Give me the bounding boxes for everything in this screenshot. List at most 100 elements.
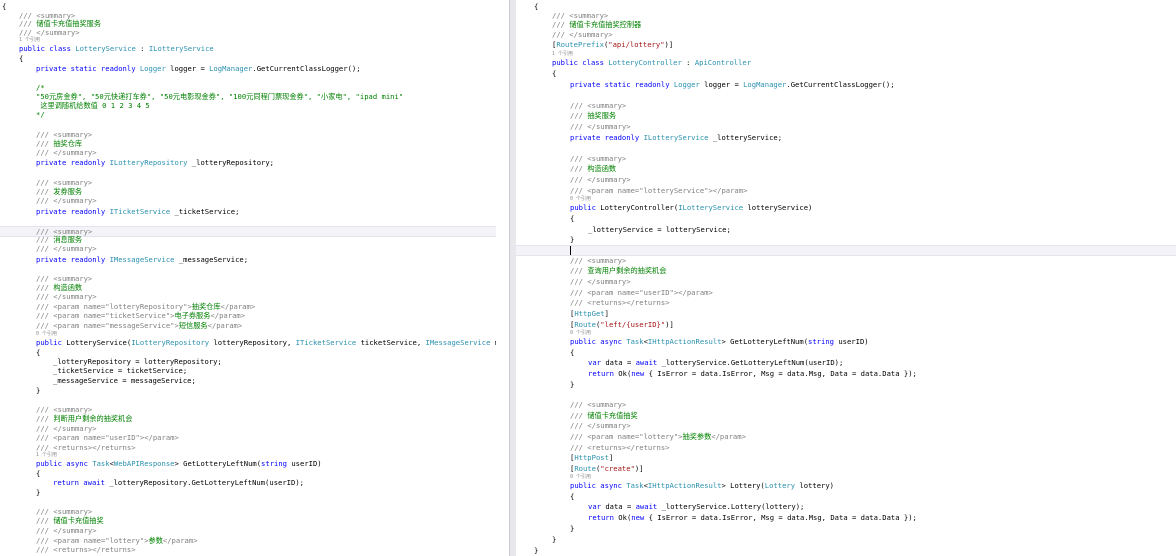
- code-token: > GetLotteryLeftNum(: [721, 337, 809, 346]
- code-line: 这里调随机给数值 0 1 2 3 4 5: [0, 101, 496, 110]
- code-line: /// </summary>: [0, 244, 496, 253]
- code-token: _messageService;: [174, 255, 249, 264]
- code-line: }: [516, 535, 1176, 544]
- codelens-reference-count[interactable]: 0 个引用: [516, 474, 1176, 480]
- code-token: {: [36, 469, 41, 478]
- code-token: /// <summary>: [570, 154, 627, 163]
- code-token: }: [570, 524, 575, 533]
- code-line: /// 判断用户剩余的抽奖机会: [0, 414, 496, 423]
- code-token: /// <param name="lottery">: [36, 536, 149, 545]
- code-token: .GetCurrentClassLogger();: [786, 80, 895, 89]
- code-token: /// </summary>: [36, 292, 97, 301]
- code-token: {: [2, 2, 7, 11]
- code-token: WebAPIResponse: [113, 459, 175, 468]
- code-token: "api/lottery": [608, 40, 665, 49]
- code-line: private readonly ILotteryRepository _lot…: [0, 158, 496, 167]
- code-token: ///: [36, 414, 54, 423]
- code-token: </param>: [207, 321, 243, 330]
- codelens-reference-count[interactable]: 0 个引用: [516, 330, 1176, 336]
- code-token: "50元房金券", "50元快递打车券", "50元电影现金券", "100元同…: [36, 92, 404, 101]
- code-token: _ticketService = ticketService;: [53, 366, 188, 375]
- code-line: {: [516, 2, 1176, 11]
- code-token: /// </summary>: [552, 30, 613, 39]
- code-token: public async: [36, 459, 93, 468]
- code-token: userID): [834, 337, 869, 346]
- code-line: /// <summary>: [516, 101, 1176, 110]
- code-token: /// </summary>: [36, 244, 97, 253]
- code-token: }: [36, 488, 41, 497]
- code-line: public LotteryService(ILotteryRepository…: [0, 338, 496, 347]
- code-token: _lotteryService = lotteryService;: [588, 225, 731, 234]
- code-token: lottery): [795, 481, 835, 490]
- code-token: 储值卡充值抽奖: [53, 516, 104, 525]
- code-line: /// </summary>: [0, 196, 496, 205]
- code-line: /// 抽奖仓库: [0, 139, 496, 148]
- code-token: /// <returns></returns>: [570, 298, 670, 307]
- code-token: /*: [36, 83, 45, 92]
- code-token: 抽奖参数: [682, 432, 712, 441]
- code-token: return: [588, 369, 619, 378]
- code-token: var: [588, 358, 606, 367]
- code-line: return Ok(new { IsError = data.IsError, …: [516, 513, 1176, 522]
- code-token: 1 个引用: [36, 452, 58, 458]
- code-token: Lottery: [764, 481, 796, 490]
- code-line: /// 发券服务: [0, 187, 496, 196]
- code-line: private static readonly Logger logger = …: [0, 64, 496, 73]
- code-line: /// 储值卡充值抽奖控制器: [516, 20, 1176, 29]
- code-token: return await: [53, 478, 110, 487]
- code-token: .GetCurrentClassLogger();: [252, 64, 361, 73]
- left-code-editor[interactable]: {/// <summary>/// 储值卡充值抽奖服务/// </summary…: [0, 0, 496, 556]
- code-token: public async: [570, 337, 627, 346]
- codelens-reference-count[interactable]: 1 个引用: [0, 37, 496, 43]
- code-line: return Ok(new { IsError = data.IsError, …: [516, 369, 1176, 378]
- code-token: > Lottery(: [721, 481, 765, 490]
- right-code-editor[interactable]: {/// <summary>/// 储值卡充值抽奖控制器/// </summar…: [516, 0, 1176, 556]
- code-token: public class: [552, 58, 609, 67]
- code-line: {: [516, 348, 1176, 357]
- code-token: logger =: [165, 64, 210, 73]
- code-token: )]: [634, 464, 644, 473]
- code-line: }: [516, 524, 1176, 533]
- codelens-reference-count[interactable]: 1 个引用: [0, 452, 496, 458]
- code-line: /// </summary>: [0, 292, 496, 301]
- code-token: /// <param name="lottery">: [570, 432, 683, 441]
- code-line: /// 构造函数: [516, 164, 1176, 173]
- code-token: HttpGet: [574, 309, 605, 318]
- codelens-reference-count[interactable]: 0 个引用: [0, 331, 496, 337]
- code-line: }: [516, 546, 1176, 555]
- code-token: ///: [570, 164, 588, 173]
- codelens-reference-count[interactable]: 1 个引用: [516, 51, 1176, 57]
- code-token: LogManager: [209, 64, 253, 73]
- code-line: /// 抽奖服务: [516, 111, 1176, 120]
- code-line: /// <returns></returns>: [516, 443, 1176, 452]
- code-token: IMessageService: [109, 255, 175, 264]
- code-token: Logger: [673, 80, 700, 89]
- code-token: ///: [36, 235, 54, 244]
- code-token: ///: [36, 516, 54, 525]
- code-line: /// 储值卡充值抽奖: [516, 411, 1176, 420]
- code-line: /// </summary>: [516, 122, 1176, 131]
- code-token: ITicketService: [295, 338, 357, 347]
- code-token: string: [808, 337, 834, 346]
- code-line: /// <param name="lotteryService"></param…: [516, 186, 1176, 195]
- code-token: 抽奖仓库: [53, 139, 83, 148]
- code-token: _messageService = messageService;: [53, 376, 196, 385]
- code-token: /// </summary>: [19, 28, 80, 37]
- code-token: private readonly: [36, 207, 110, 216]
- code-token: { IsError = data.IsError, Msg = data.Msg…: [648, 369, 917, 378]
- code-token: Route: [574, 464, 596, 473]
- codelens-reference-count[interactable]: 0 个引用: [516, 196, 1176, 202]
- code-line: public async Task<IHttpActionResult> Get…: [516, 337, 1176, 346]
- code-token: /// <summary>: [570, 400, 627, 409]
- code-line: _lotteryService = lotteryService;: [516, 225, 1176, 234]
- code-token: /// <param name="ticketService">: [36, 311, 175, 320]
- code-token: public: [36, 338, 67, 347]
- code-line: /// </summary>: [0, 28, 496, 37]
- code-token: {: [19, 54, 24, 63]
- code-line: /// <summary>: [0, 507, 496, 516]
- code-line: /// </summary>: [516, 277, 1176, 286]
- code-token: }: [570, 235, 575, 244]
- code-token: 参数: [148, 536, 163, 545]
- code-line: /// <param name="lotteryRepository">抽奖仓库…: [0, 302, 496, 311]
- code-token: ApiController: [694, 58, 752, 67]
